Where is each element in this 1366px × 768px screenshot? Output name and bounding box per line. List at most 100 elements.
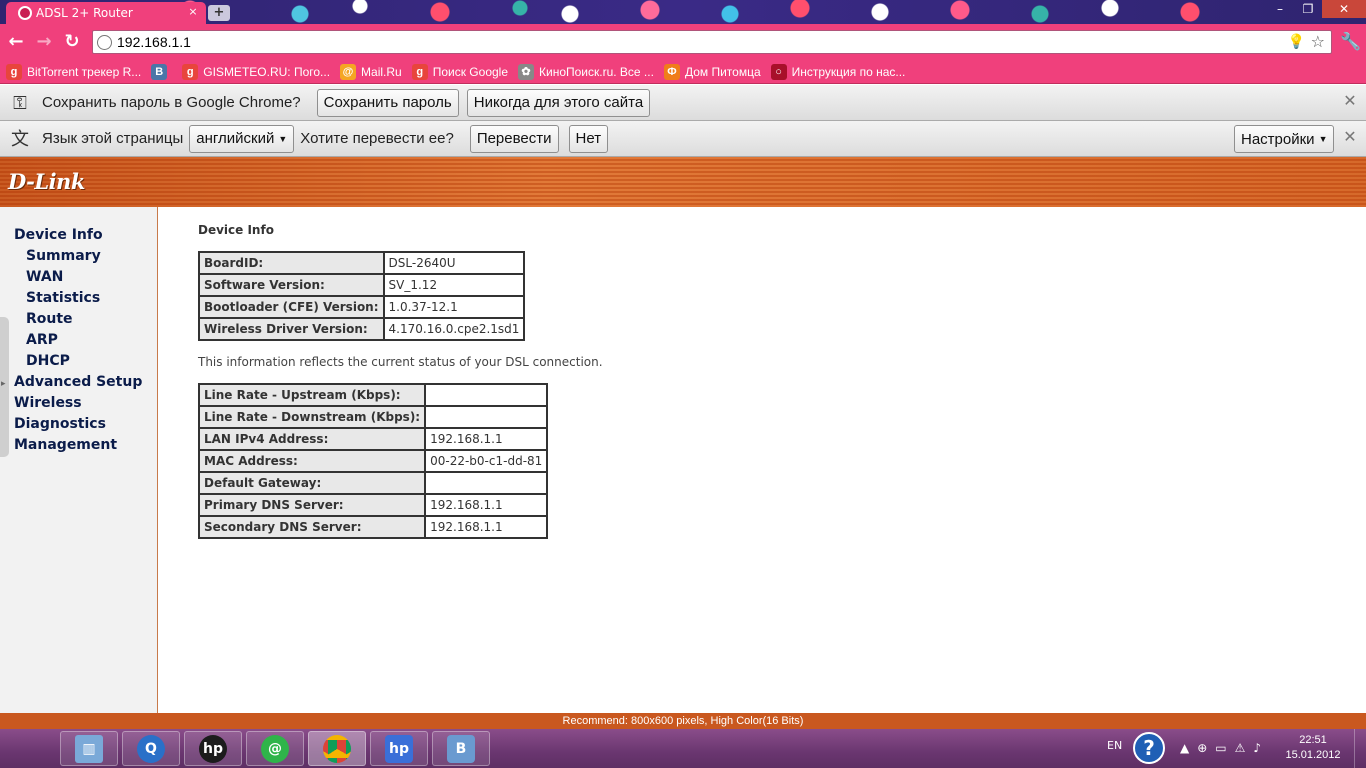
taskbar-mailru-agent[interactable]: @ [246,731,304,766]
bookmark-item[interactable]: ✿ КиноПоиск.ru. Все ... [518,63,654,80]
table-row: Wireless Driver Version: 4.170.16.0.cpe2.… [198,317,526,341]
language-indicator[interactable]: EN [1107,739,1122,752]
never-for-site-button[interactable]: Никогда для этого сайта [466,88,651,117]
opera-icon: ○ [770,63,787,80]
nav-summary[interactable]: Summary [14,246,142,267]
status-note: This information reflects the current st… [198,355,603,369]
g-icon: g [182,63,199,80]
kinopoisk-icon: ✿ [518,63,534,80]
status-key: LAN IPv4 Address: [197,427,427,451]
bookmarks-bar: g BitTorrent трекер R... Bg GISMETEO.RU: По… [0,60,1366,84]
warning-icon[interactable]: ⚠ [1235,741,1246,755]
table-row: Software Version: SV_1.12 [198,273,526,297]
save-password-infobar: ⚿ Сохранить пароль в Google Chrome? Сохр… [0,85,1366,121]
router-favicon-icon [18,6,32,20]
device-info-key: Bootloader (CFE) Version: [198,295,385,319]
new-tab-button[interactable]: + [208,5,230,21]
bulb-icon[interactable]: 💡 [1288,34,1305,50]
bookmark-item[interactable]: Ф Дом Питомца [663,63,761,80]
bookmark-item[interactable]: g BitTorrent трекер R... [6,63,142,80]
help-icon[interactable]: ? [1133,732,1165,764]
status-value [424,405,549,429]
table-row: MAC Address: 00-22-b0-c1-dd-81 [197,449,549,473]
device-info-value: 1.0.37-12.1 [382,295,526,319]
nav-arp[interactable]: ARP [14,330,142,351]
nav-advanced-setup[interactable]: Advanced Setup [14,372,142,393]
close-icon[interactable]: ✕ [1342,94,1358,110]
table-row: Line Rate - Upstream (Kbps): [197,383,549,407]
apple-start-icon[interactable] [10,733,44,764]
nav-diagnostics[interactable]: Diagnostics [14,414,142,435]
minimize-button[interactable]: – [1266,0,1294,18]
status-key: Line Rate - Downstream (Kbps): [197,405,427,429]
show-desktop-button[interactable] [1354,729,1366,768]
settings-button[interactable]: Настройки ▼ [1234,125,1335,153]
nav-statistics[interactable]: Statistics [14,288,142,309]
bookmark-item[interactable]: g GISMETEO.RU: Пого... [182,63,331,80]
taskbar-quicktime[interactable]: Q [122,731,180,766]
translate-button[interactable]: Перевести [469,124,559,153]
status-key: Line Rate - Upstream (Kbps): [197,383,427,407]
bookmark-label: КиноПоиск.ru. Все ... [539,64,654,79]
forward-arrow-icon[interactable]: → [34,32,54,52]
star-icon[interactable]: ☆ [1311,32,1325,51]
battery-icon[interactable]: ▭ [1215,741,1226,755]
status-value: 00-22-b0-c1-dd-81 [424,449,549,473]
taskbar-library[interactable]: ▥ [60,731,118,766]
library-icon: ▥ [75,734,103,763]
taskbar-player[interactable]: B [432,731,490,766]
reload-icon[interactable]: ↻ [62,32,82,52]
tab-close-icon[interactable]: × [186,5,200,19]
language-select[interactable]: английский ▼ [189,124,295,153]
bookmark-item[interactable]: g Поиск Google [411,63,508,80]
taskbar-hp[interactable]: hp [184,731,242,766]
status-value [424,471,549,495]
bookmark-item[interactable]: ○ Инструкция по нас... [770,63,905,80]
bookmark-label: Дом Питомца [684,64,761,79]
nav-management[interactable]: Management [14,435,142,456]
nav-wireless[interactable]: Wireless [14,393,142,414]
tab-title: ADSL 2+ Router [36,6,133,20]
browser-tab[interactable]: ADSL 2+ Router × [6,2,206,24]
router-sidebar: Device Info Summary WAN Statistics Route… [0,207,158,713]
bookmark-item[interactable]: B [151,63,172,80]
save-password-button[interactable]: Сохранить пароль [316,88,459,117]
nav-dhcp[interactable]: DHCP [14,351,142,372]
language-select-value: английский [196,130,275,147]
device-info-key: Software Version: [198,273,385,297]
close-icon[interactable]: ✕ [1342,130,1358,146]
wrench-icon[interactable]: 🔧 [1340,32,1361,52]
close-window-button[interactable]: ✕ [1322,0,1366,18]
antivirus-icon[interactable]: ⊕ [1197,741,1207,755]
maximize-button[interactable]: ❐ [1294,0,1322,18]
no-button[interactable]: Нет [568,124,609,153]
table-row: Primary DNS Server: 192.168.1.1 [197,493,549,517]
taskbar-chrome[interactable] [308,731,366,766]
dom-icon: Ф [663,63,680,80]
clock-date: 15.01.2012 [1285,749,1341,761]
device-info-value: 4.170.16.0.cpe2.1sd1 [382,317,526,341]
nav-device-info[interactable]: Device Info [14,225,142,246]
status-value: 192.168.1.1 [424,515,549,539]
quicktime-icon: Q [137,734,165,763]
bookmark-label: GISMETEO.RU: Пого... [203,64,331,79]
volume-icon[interactable]: ♪ [1253,741,1261,755]
address-bar[interactable]: 192.168.1.1 💡 ☆ [92,30,1332,54]
tray-expand-icon[interactable]: ▲ [1180,741,1189,755]
nav-route[interactable]: Route [14,309,142,330]
g-icon: g [6,63,22,80]
taskbar-hp-solution[interactable]: hp [370,731,428,766]
clock[interactable]: 22:51 15.01.2012 [1280,733,1346,763]
nav-wan[interactable]: WAN [14,267,142,288]
status-key: Default Gateway: [197,471,427,495]
sidebar-collapse-handle[interactable] [0,317,9,457]
status-key: MAC Address: [197,449,427,473]
back-arrow-icon[interactable]: ← [6,32,26,52]
bookmark-item[interactable]: @ Mail.Ru [340,63,402,80]
bookmark-label: BitTorrent трекер R... [27,64,142,79]
save-password-text: Сохранить пароль в Google Chrome? [42,94,301,111]
mailru-icon: @ [340,63,357,80]
clock-time: 22:51 [1299,734,1327,746]
url-text[interactable]: 192.168.1.1 [117,34,191,50]
status-value [424,383,549,407]
